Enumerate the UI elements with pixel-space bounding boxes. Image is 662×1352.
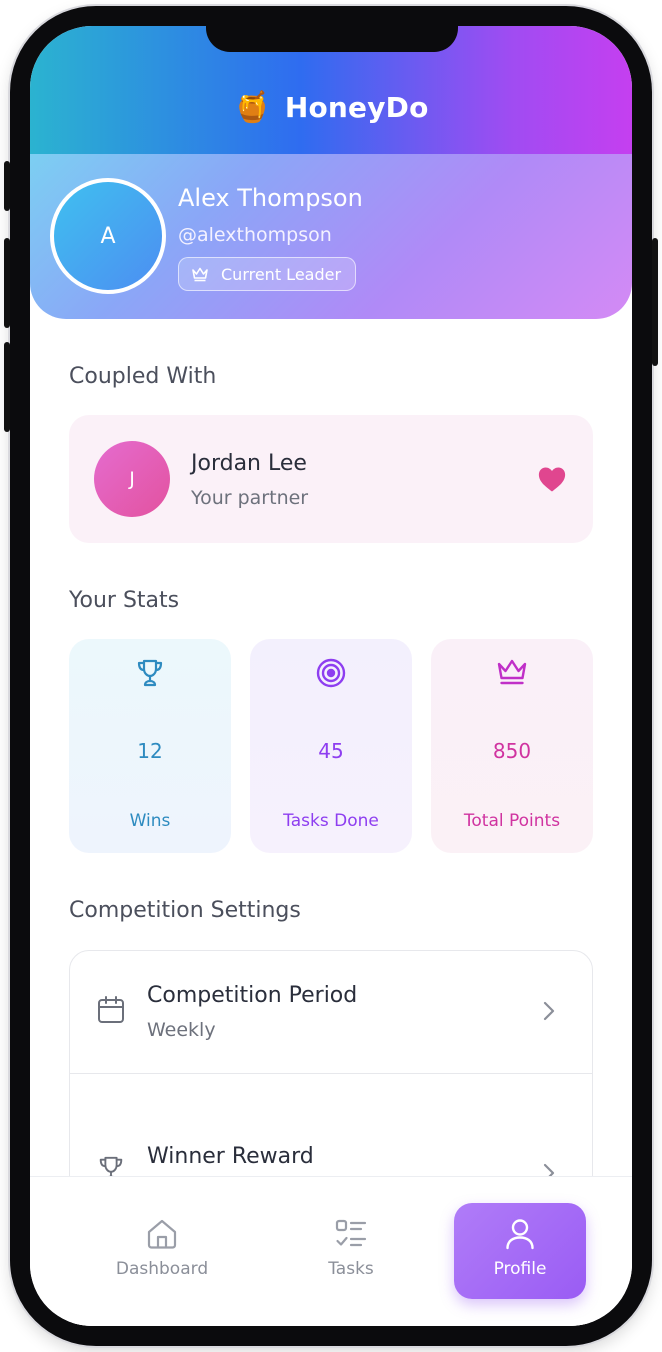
nav-label: Tasks <box>328 1259 374 1279</box>
partner-role: Your partner <box>191 487 309 509</box>
honey-pot-icon: 🍯 <box>233 89 271 125</box>
mute-switch <box>4 161 10 211</box>
trophy-icon <box>137 659 163 687</box>
device-notch <box>206 26 458 52</box>
app-screen: 🍯 HoneyDo A Alex Thompson @alexthompson … <box>30 26 632 1326</box>
stat-card-wins: 12 Wins <box>69 639 231 853</box>
user-handle: @alexthompson <box>178 224 332 246</box>
setting-title: Competition Period <box>147 983 358 1008</box>
nav-profile[interactable]: Profile <box>454 1203 586 1299</box>
settings-section-title: Competition Settings <box>69 898 301 923</box>
volume-up-button <box>4 238 10 328</box>
current-leader-badge: Current Leader <box>178 257 357 291</box>
chevron-right-icon <box>543 1001 555 1021</box>
stat-card-tasks-done: 45 Tasks Done <box>250 639 412 853</box>
nav-label: Profile <box>493 1259 547 1279</box>
user-name: Alex Thompson <box>178 184 363 212</box>
setting-title: Winner Reward <box>147 1144 314 1169</box>
stat-value-tasks-done: 45 <box>318 739 344 763</box>
stat-label-tasks-done: Tasks Done <box>283 811 379 831</box>
stat-label-total-points: Total Points <box>463 811 561 831</box>
nav-dashboard[interactable]: Dashboard <box>96 1203 228 1299</box>
volume-down-button <box>4 342 10 432</box>
partner-avatar: J <box>94 441 170 517</box>
stat-label-wins: Wins <box>129 811 171 831</box>
target-icon <box>316 658 346 688</box>
brand: 🍯 HoneyDo <box>233 91 428 124</box>
calendar-icon <box>98 996 124 1023</box>
power-button <box>652 238 658 366</box>
setting-value: Weekly <box>147 1019 216 1041</box>
user-icon <box>506 1219 534 1250</box>
heart-icon <box>538 467 566 492</box>
stats-section-title: Your Stats <box>69 588 180 613</box>
nav-label: Dashboard <box>115 1259 209 1279</box>
avatar[interactable]: A <box>50 178 166 294</box>
coupled-section-title: Coupled With <box>69 364 217 389</box>
partner-card[interactable]: J Jordan Lee Your partner <box>69 415 593 543</box>
stat-value-wins: 12 <box>137 739 163 763</box>
crown-icon <box>192 267 208 282</box>
app-title: HoneyDo <box>284 91 429 124</box>
stat-card-total-points: 850 Total Points <box>431 639 593 853</box>
profile-card: A Alex Thompson @alexthompson Current Le… <box>30 154 632 319</box>
crown-icon <box>497 659 527 685</box>
home-icon <box>147 1219 177 1249</box>
badge-label: Current Leader <box>221 264 342 284</box>
stat-value-total-points: 850 <box>492 739 532 763</box>
partner-name: Jordan Lee <box>191 451 307 476</box>
setting-row-competition-period[interactable]: Competition Period Weekly <box>70 951 592 1074</box>
checklist-icon <box>335 1219 367 1247</box>
bottom-nav: Dashboard Tasks Profile <box>30 1176 632 1326</box>
nav-tasks[interactable]: Tasks <box>285 1203 417 1299</box>
